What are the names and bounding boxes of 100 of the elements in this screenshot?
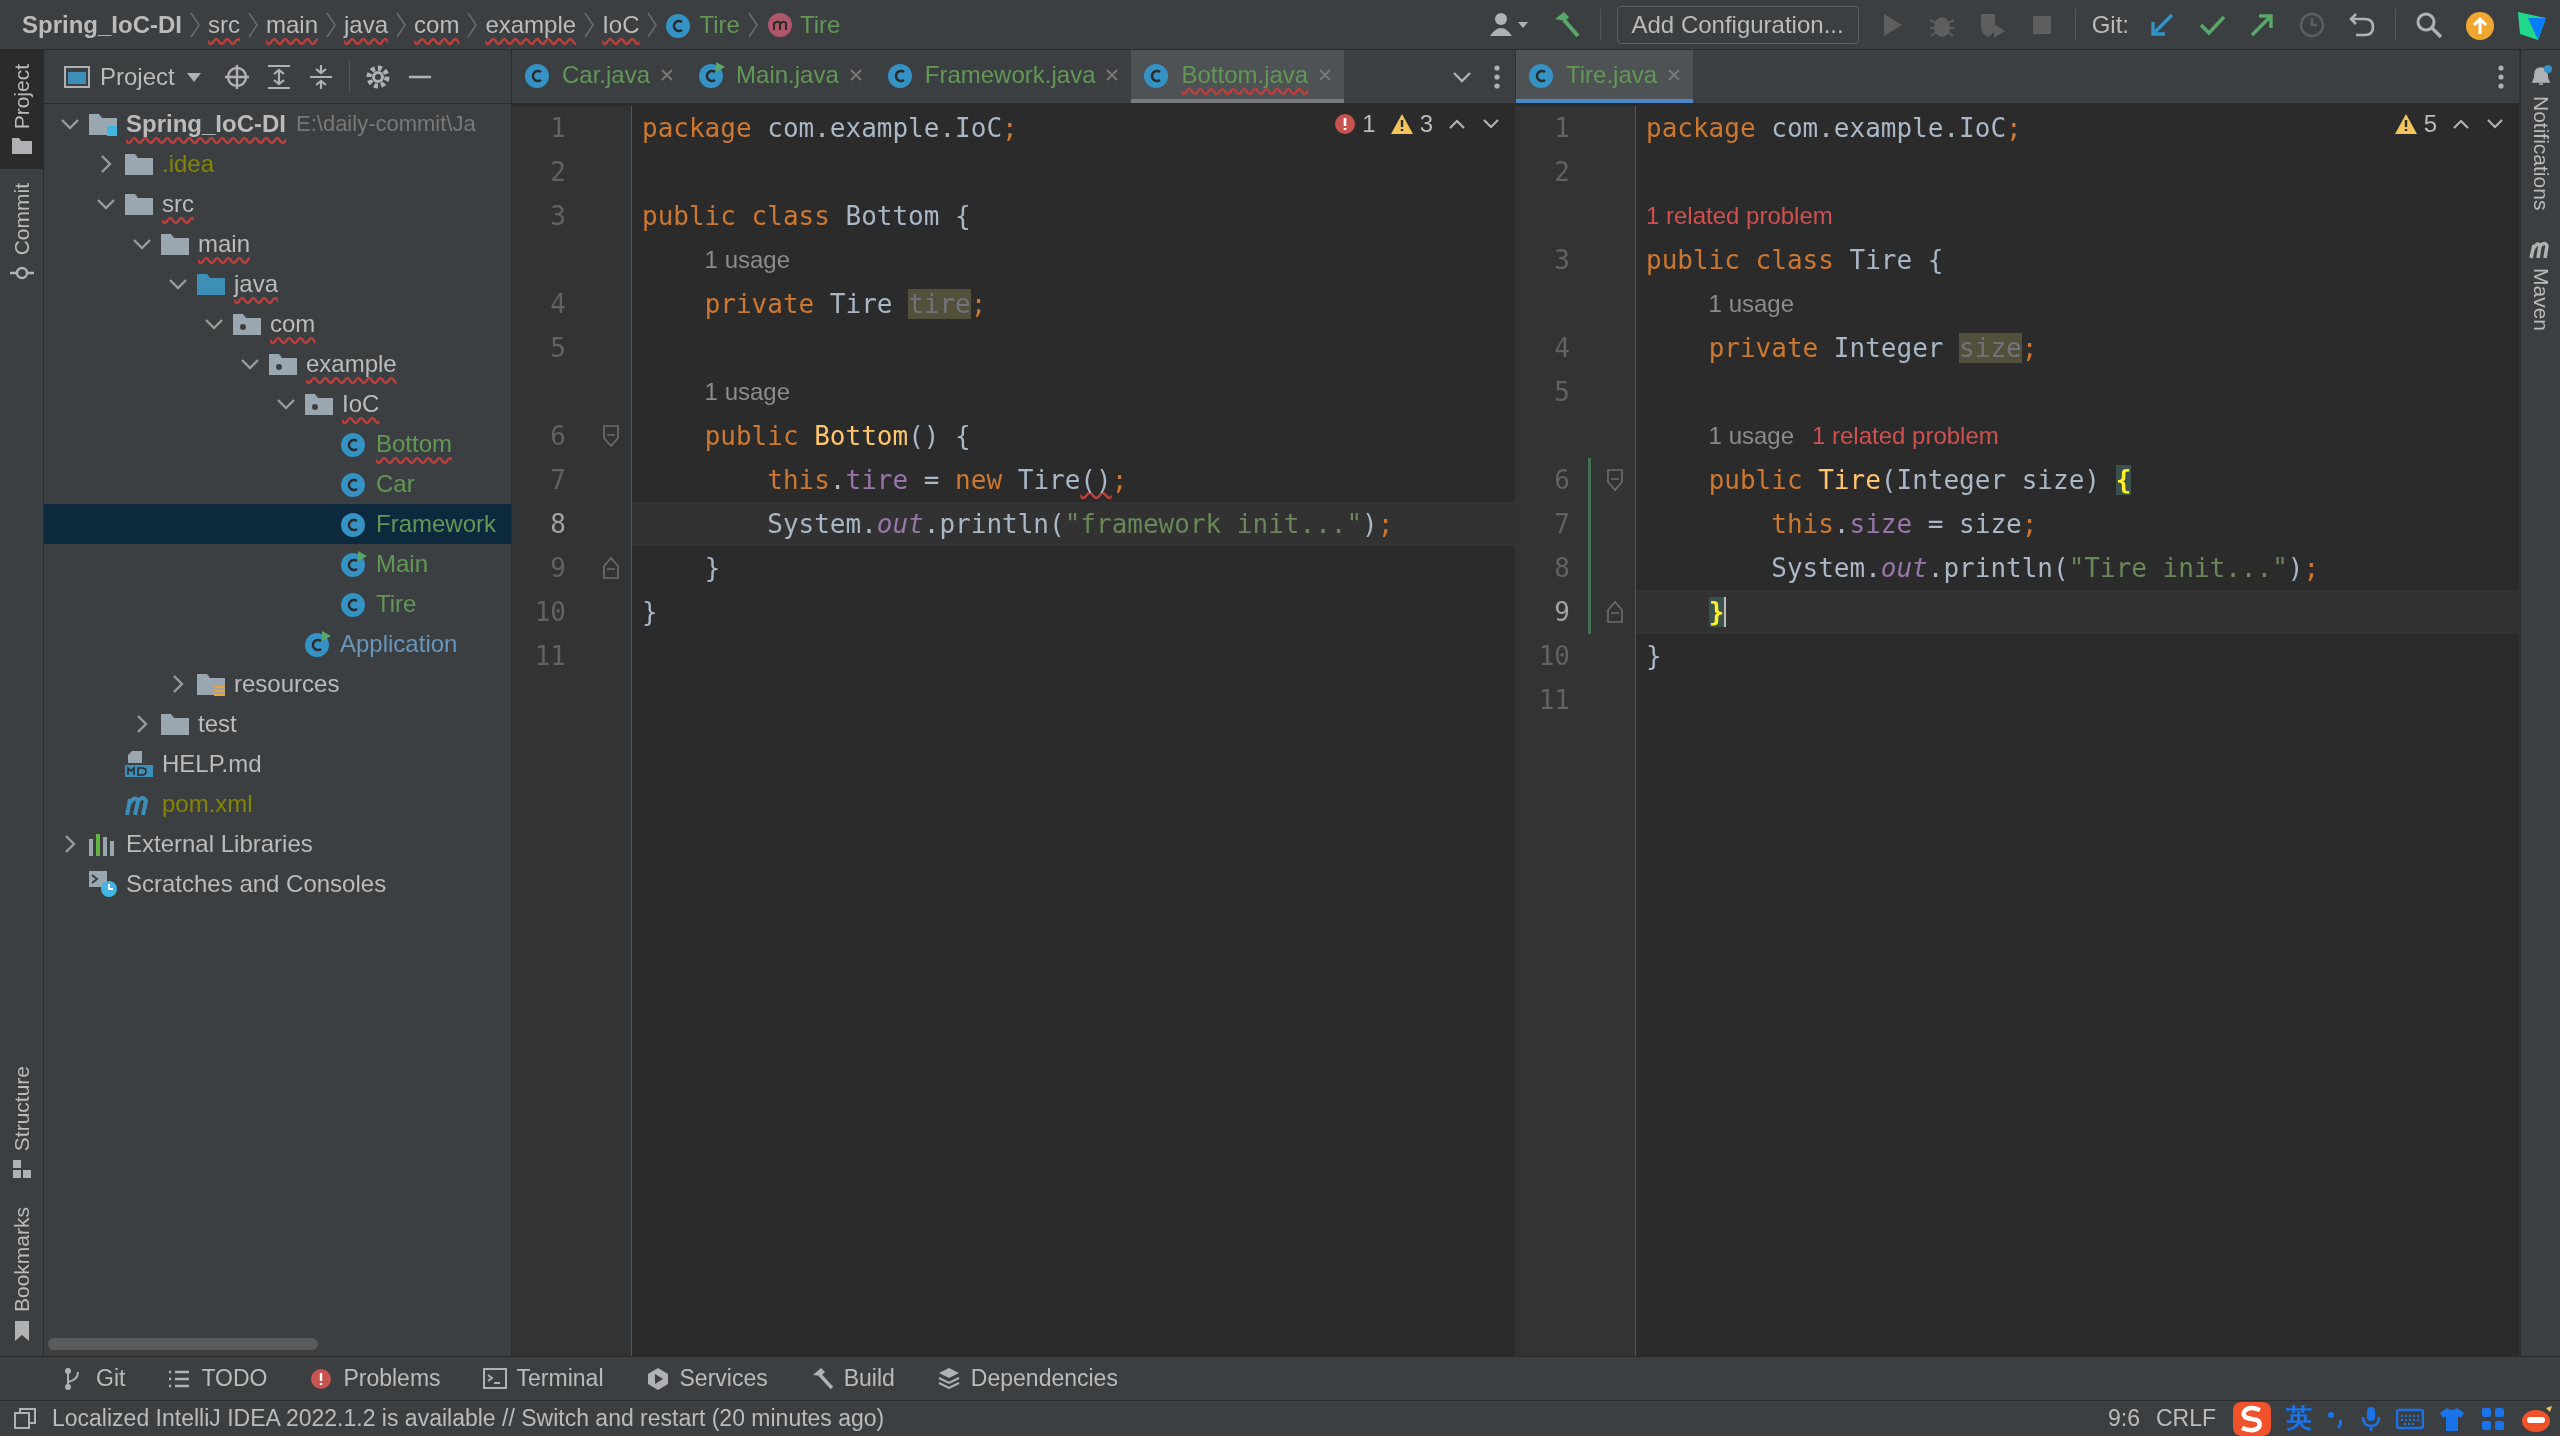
related-problem-hint[interactable]: 1 related problem [1812, 422, 1999, 450]
tree-item[interactable]: Tire [44, 584, 511, 624]
chevron-down-icon[interactable] [131, 237, 153, 251]
tool-window-button[interactable]: Commit [0, 169, 43, 296]
tree-item[interactable]: Application [44, 624, 511, 664]
tree-item[interactable]: Framework [44, 504, 511, 544]
chevron-right-icon[interactable] [171, 673, 185, 695]
scratches-icon [88, 870, 118, 898]
tree-item[interactable]: IoC [44, 384, 511, 424]
tree-item[interactable]: com [44, 304, 511, 344]
breadcrumb-item[interactable]: main [266, 10, 319, 39]
project-view-dropdown[interactable]: Project [58, 61, 209, 92]
tool-window-button[interactable]: Dependencies [930, 1364, 1124, 1393]
editor-tab[interactable]: Framework.java [874, 50, 1132, 103]
tool-window-button[interactable]: Terminal [476, 1364, 610, 1393]
breadcrumb-item[interactable]: src [208, 10, 240, 39]
editor-tab[interactable]: Car.java [512, 50, 687, 103]
usage-hint[interactable]: 1 usage [1708, 290, 1794, 318]
breadcrumb-item[interactable]: example [485, 10, 577, 39]
chevron-right-icon[interactable] [135, 713, 149, 735]
tree-item[interactable]: Main [44, 544, 511, 584]
breadcrumb-item[interactable]: IoC [602, 10, 640, 39]
tree-item[interactable]: src [44, 184, 511, 224]
chevron-down-icon[interactable] [59, 117, 81, 131]
warning-count[interactable]: 5 [2393, 110, 2437, 138]
tree-item[interactable]: resources [44, 664, 511, 704]
more-options-icon[interactable] [1493, 63, 1501, 90]
error-code: () [1080, 465, 1112, 495]
close-icon[interactable] [848, 67, 863, 82]
keyboard-icon[interactable] [2396, 1406, 2424, 1431]
tree-item[interactable]: test [44, 704, 511, 744]
chevron-down-icon[interactable] [275, 397, 297, 411]
chevron-down-icon[interactable] [167, 277, 189, 291]
tree-item[interactable]: main [44, 224, 511, 264]
horizontal-scrollbar[interactable] [48, 1338, 318, 1350]
tool-window-button[interactable]: Maven [2521, 224, 2560, 346]
toggle-panels-icon[interactable] [14, 1407, 36, 1430]
close-icon[interactable] [1105, 67, 1120, 82]
run-configuration-dropdown[interactable]: Add Configuration... [1616, 5, 1859, 44]
tree-item[interactable]: java [44, 264, 511, 304]
tool-window-button[interactable]: Project [0, 50, 43, 170]
status-message[interactable]: Localized IntelliJ IDEA 2022.1.2 is available // Switch and restart (20 minutes ago) [52, 1405, 2092, 1432]
usage-hint[interactable]: 1 usage [1708, 422, 1794, 450]
more-options-icon[interactable] [2497, 63, 2505, 90]
warning-count[interactable]: 3 [1389, 110, 1433, 138]
chevron-down-icon[interactable] [2485, 117, 2505, 131]
tree-item[interactable]: External Libraries [44, 824, 511, 864]
tool-window-button[interactable]: Structure [0, 1051, 43, 1193]
code-text: () { [908, 421, 971, 451]
breadcrumb-separator-icon [747, 11, 758, 38]
tool-window-button[interactable]: Services [639, 1364, 774, 1393]
chevron-right-icon[interactable] [63, 833, 77, 855]
caret-position[interactable]: 9:6 [2107, 1405, 2140, 1432]
tree-item[interactable]: example [44, 344, 511, 384]
chevron-down-icon[interactable] [1481, 117, 1501, 131]
breadcrumb-separator-icon [584, 11, 595, 38]
unused-field: size [1959, 333, 2022, 363]
fold-icon[interactable] [602, 556, 620, 580]
fold-icon[interactable] [1606, 600, 1624, 624]
breadcrumb-item[interactable]: java [344, 10, 389, 39]
tree-item[interactable]: Car [44, 464, 511, 504]
chevron-down-icon[interactable] [1451, 69, 1473, 84]
error-count[interactable]: 1 [1334, 110, 1376, 138]
breadcrumb-item[interactable]: Tire [665, 10, 740, 39]
grid-icon[interactable] [2480, 1405, 2506, 1432]
code-text: = [923, 465, 941, 495]
chevron-down-icon[interactable] [95, 197, 117, 211]
line-separator[interactable]: CRLF [2155, 1405, 2216, 1432]
tool-window-button[interactable]: Notifications [2521, 50, 2560, 225]
close-icon[interactable] [660, 67, 675, 82]
tool-window-button[interactable]: Bookmarks [0, 1192, 43, 1356]
usage-hint[interactable]: 1 usage [704, 246, 790, 274]
tree-item[interactable]: Scratches and Consoles [44, 864, 511, 904]
chevron-up-icon[interactable] [1447, 117, 1467, 131]
chevron-right-icon[interactable] [99, 153, 113, 175]
locate-icon[interactable] [222, 62, 251, 91]
related-problem-hint[interactable]: 1 related problem [1646, 202, 1833, 230]
tree-item[interactable]: HELP.md [44, 744, 511, 784]
fold-icon[interactable] [602, 424, 620, 448]
chevron-up-icon[interactable] [2451, 117, 2471, 131]
breadcrumb-item[interactable]: Spring_IoC-DI [22, 10, 182, 39]
microphone-icon[interactable] [2360, 1404, 2382, 1433]
tree-item[interactable]: Bottom [44, 424, 511, 464]
chevron-down-icon[interactable] [239, 357, 261, 371]
usage-hint[interactable]: 1 usage [704, 378, 790, 406]
tool-window-button[interactable]: TODO [161, 1364, 274, 1393]
chevron-down-icon[interactable] [203, 317, 225, 331]
breadcrumb-item[interactable]: Tire [765, 10, 841, 39]
tool-window-button[interactable]: Problems [303, 1364, 447, 1393]
class-icon [340, 590, 368, 618]
tool-window-button[interactable]: Git [56, 1364, 132, 1393]
code-text: . [1833, 509, 1850, 539]
class-icon [340, 430, 368, 458]
shirt-icon[interactable] [2438, 1405, 2466, 1432]
tool-window-button[interactable]: Build [803, 1364, 901, 1393]
tree-item[interactable]: Spring_IoC-DI [44, 104, 286, 144]
breadcrumb-item[interactable]: com [414, 10, 460, 39]
error-icon [1334, 113, 1357, 135]
editor-tab[interactable]: Main.java [686, 50, 875, 103]
fold-icon[interactable] [1606, 468, 1624, 492]
